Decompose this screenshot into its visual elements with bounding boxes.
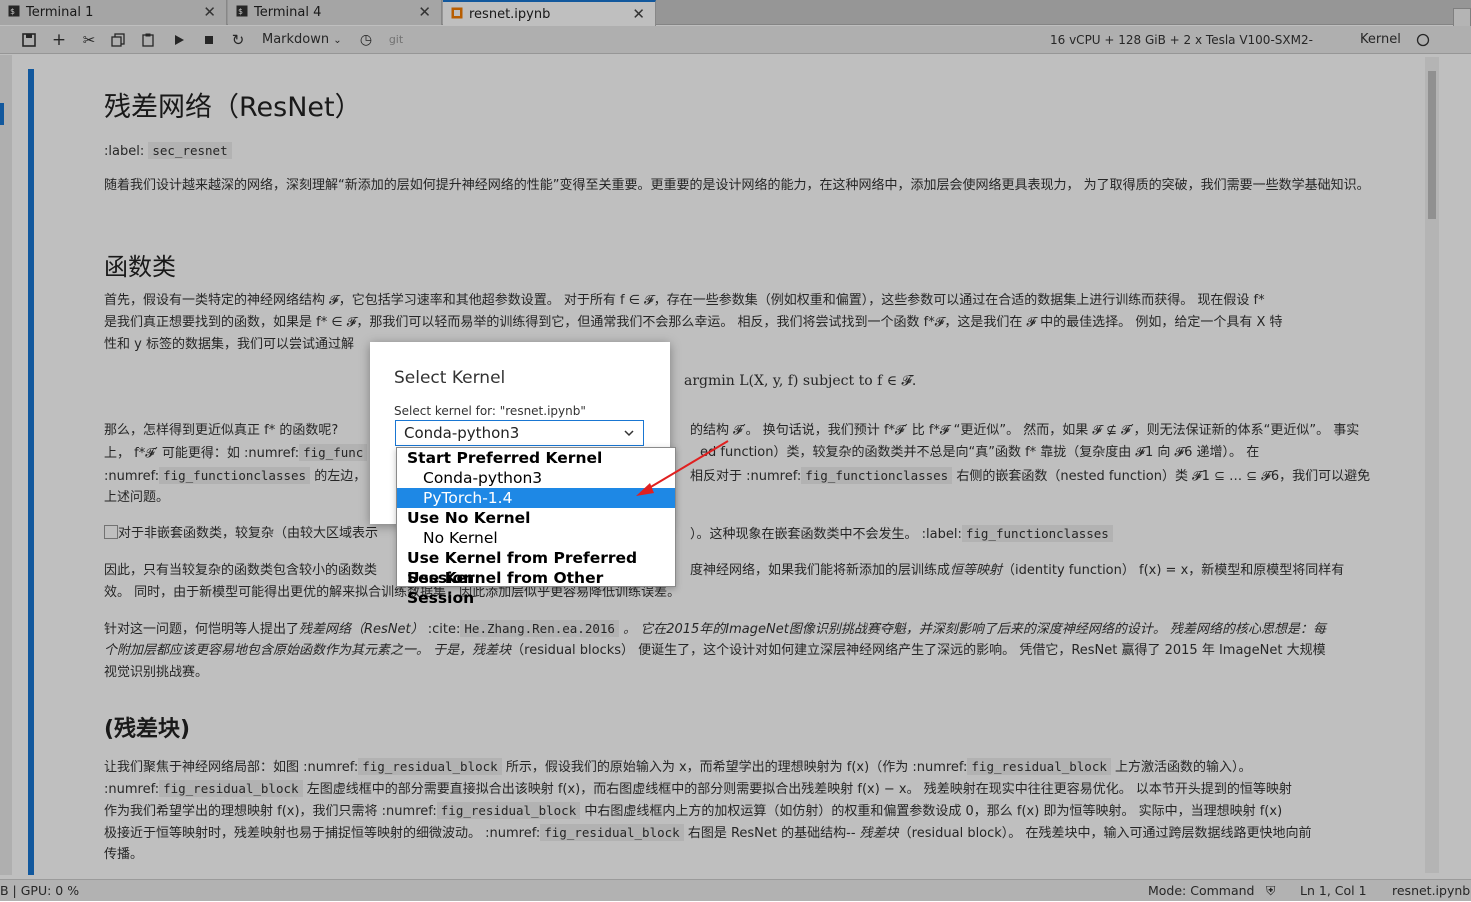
dialog-subtitle: Select kernel for: "resnet.ipynb" [394, 404, 586, 418]
option-group-preferred-session: Use Kernel from Preferred Session [407, 549, 638, 587]
option-no-kernel[interactable]: No Kernel [397, 528, 675, 548]
kernel-select[interactable]: Conda-python3 [395, 420, 644, 446]
dialog-title: Select Kernel [394, 368, 506, 388]
option-group-no-kernel: Use No Kernel [407, 509, 531, 527]
annotation-arrow-icon [636, 440, 729, 496]
option-group-other-session: Use Kernel from Other Session [407, 569, 604, 607]
